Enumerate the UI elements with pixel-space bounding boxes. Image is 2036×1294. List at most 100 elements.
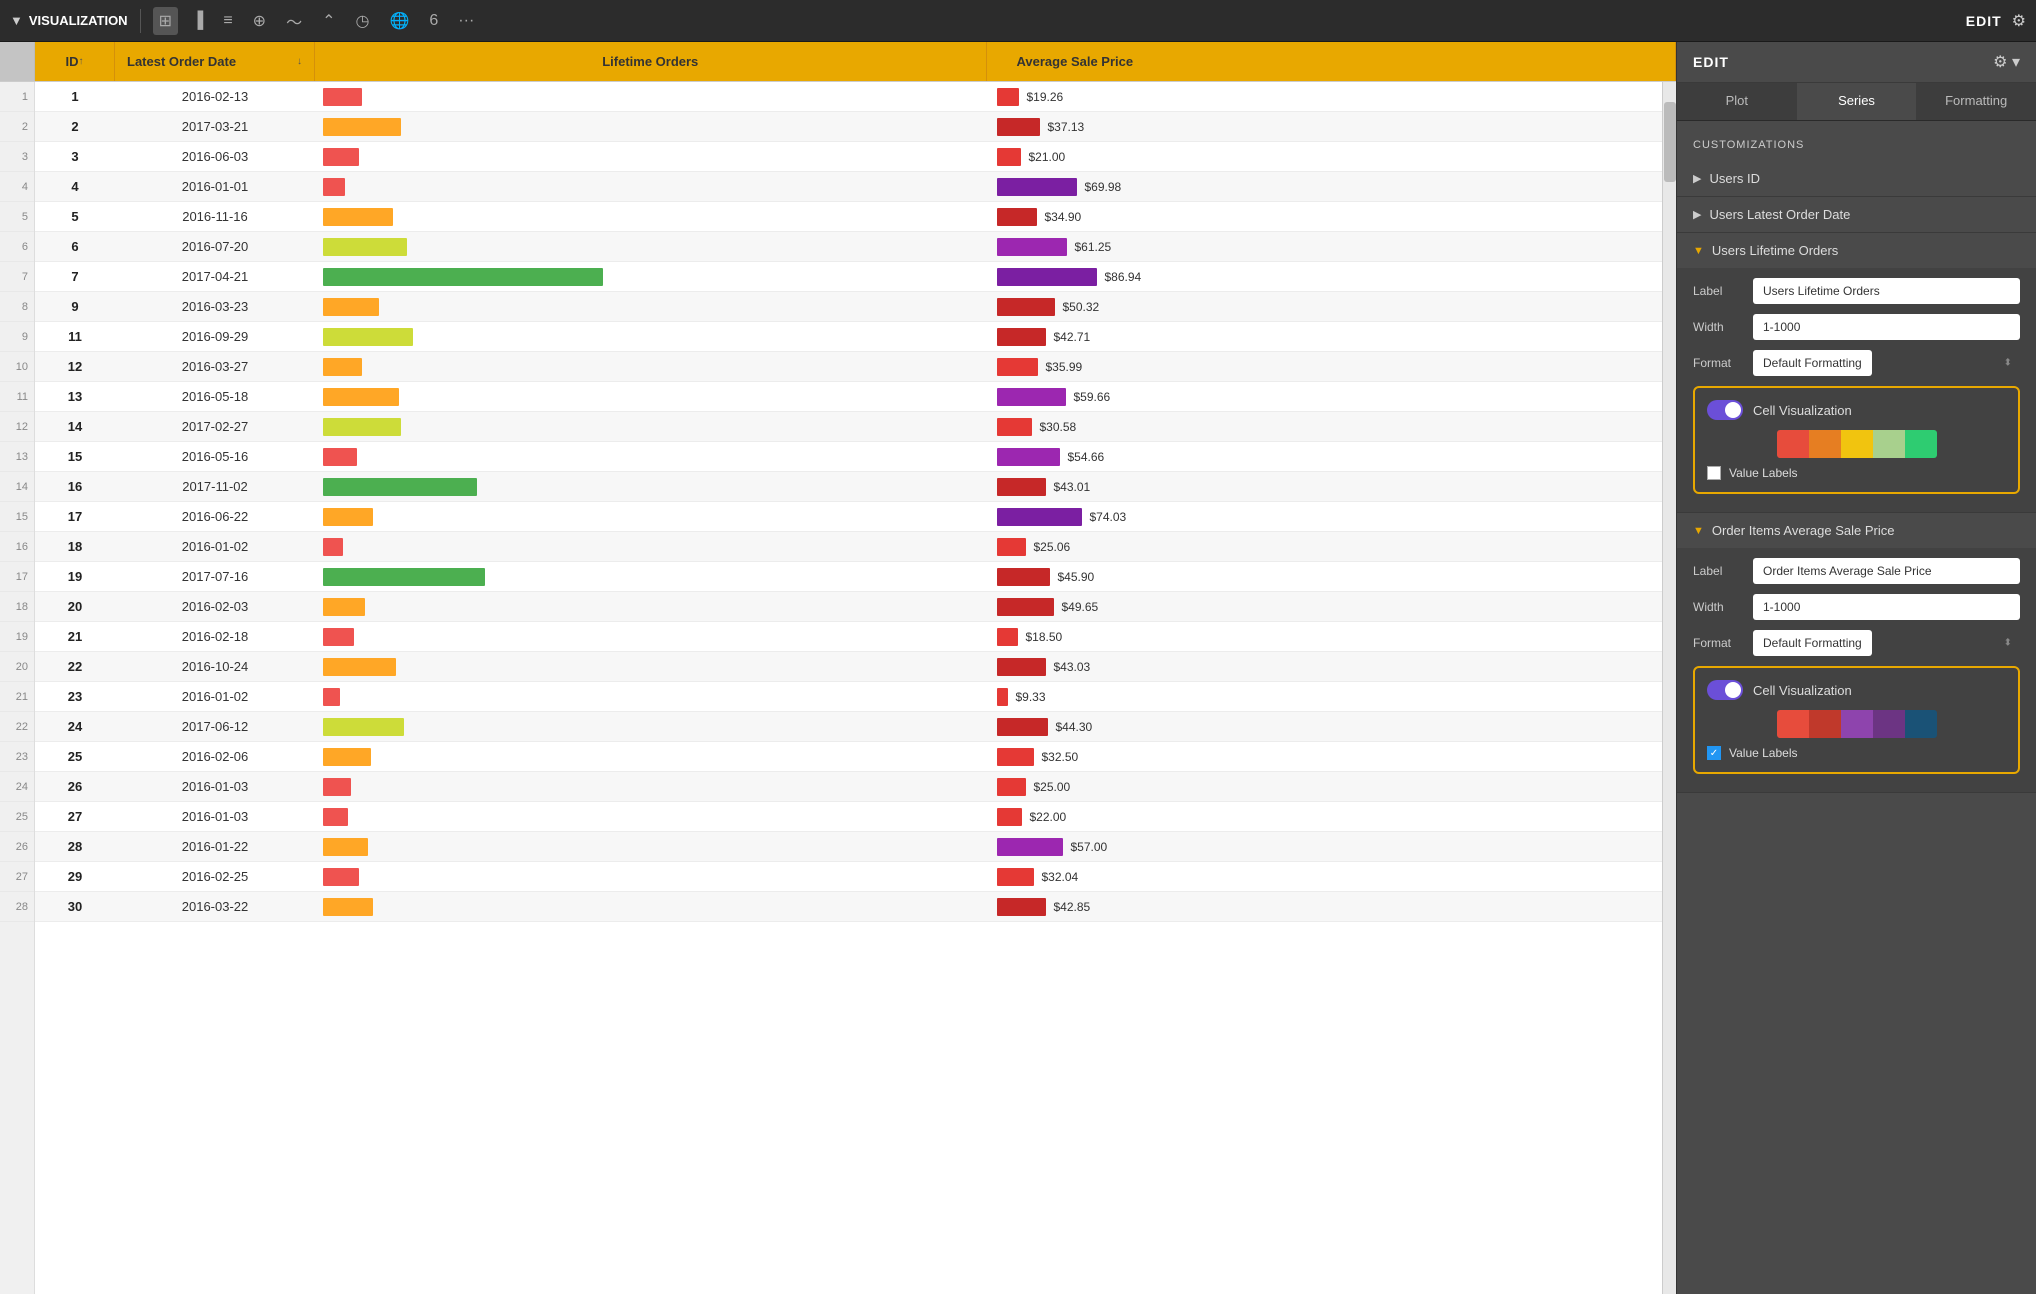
avg-price-header[interactable]: ▼ Order Items Average Sale Price (1677, 513, 2036, 548)
custom-item-users-id: ▶ Users ID (1677, 161, 2036, 197)
table-row[interactable]: 232016-01-02$9.33 (35, 682, 1662, 712)
map-icon[interactable]: 🌐 (383, 7, 415, 35)
panel-gear-icon[interactable]: ⚙ ▾ (1993, 52, 2020, 72)
users-latest-header[interactable]: ▶ Users Latest Order Date (1677, 197, 2036, 232)
table-row[interactable]: 212016-02-18$18.50 (35, 622, 1662, 652)
price-bar (997, 628, 1018, 646)
cell-date: 2016-02-13 (115, 89, 315, 104)
cell-date: 2016-10-24 (115, 659, 315, 674)
table-row[interactable]: 132016-05-18$59.66 (35, 382, 1662, 412)
table-row[interactable]: 122016-03-27$35.99 (35, 352, 1662, 382)
cell-viz-toggle-lifetime[interactable] (1707, 400, 1743, 420)
table-row[interactable]: 172016-06-22$74.03 (35, 502, 1662, 532)
value-labels-row-lifetime: Value Labels (1707, 466, 2006, 480)
scroll-thumb[interactable] (1664, 102, 1676, 182)
table-view-icon[interactable]: ⊞ (153, 7, 178, 35)
table-row[interactable]: 242017-06-12$44.30 (35, 712, 1662, 742)
table-row[interactable]: 52016-11-16$34.90 (35, 202, 1662, 232)
price-width-input[interactable] (1753, 594, 2020, 620)
cell-id: 17 (35, 509, 115, 524)
cell-viz-box-lifetime: Cell Visualization Value Labels (1693, 386, 2020, 494)
area-chart-icon[interactable]: ⌃ (316, 7, 341, 35)
price-value: $19.26 (1027, 90, 1077, 104)
bar-chart-icon[interactable]: ▐ (186, 8, 209, 34)
table-row[interactable]: 92016-03-23$50.32 (35, 292, 1662, 322)
lifetime-format-select[interactable]: Default Formatting (1753, 350, 1872, 376)
table-row[interactable]: 32016-06-03$21.00 (35, 142, 1662, 172)
lifetime-label-input[interactable] (1753, 278, 2020, 304)
row-number: 9 (0, 322, 34, 352)
orders-bar (323, 628, 354, 646)
table-row[interactable]: 182016-01-02$25.06 (35, 532, 1662, 562)
table-row[interactable]: 12016-02-13$19.26 (35, 82, 1662, 112)
table-row[interactable]: 272016-01-03$22.00 (35, 802, 1662, 832)
clock-icon[interactable]: ◷ (350, 7, 376, 35)
color-segment (1777, 430, 1809, 458)
table-row[interactable]: 72017-04-21$86.94 (35, 262, 1662, 292)
cell-orders (315, 538, 989, 556)
table-row[interactable]: 162017-11-02$43.01 (35, 472, 1662, 502)
header-price[interactable]: Average Sale Price (987, 42, 1677, 81)
users-id-header[interactable]: ▶ Users ID (1677, 161, 2036, 196)
lifetime-orders-header[interactable]: ▼ Users Lifetime Orders (1677, 233, 2036, 268)
cell-viz-toggle-price[interactable] (1707, 680, 1743, 700)
cell-date: 2016-07-20 (115, 239, 315, 254)
table-row[interactable]: 262016-01-03$25.00 (35, 772, 1662, 802)
table-row[interactable]: 112016-09-29$42.71 (35, 322, 1662, 352)
cell-orders (315, 718, 989, 736)
price-bar (997, 598, 1054, 616)
dropdown-arrow-icon[interactable]: ▼ (10, 13, 23, 28)
table-row[interactable]: 222016-10-24$43.03 (35, 652, 1662, 682)
cell-price: $32.50 (989, 748, 1663, 766)
cell-price: $18.50 (989, 628, 1663, 646)
price-value: $74.03 (1090, 510, 1140, 524)
orders-bar (323, 538, 343, 556)
orders-bar (323, 238, 407, 256)
cell-orders (315, 328, 989, 346)
table-row[interactable]: 282016-01-22$57.00 (35, 832, 1662, 862)
table-row[interactable]: 292016-02-25$32.04 (35, 862, 1662, 892)
tab-plot[interactable]: Plot (1677, 83, 1797, 120)
table-row[interactable]: 42016-01-01$69.98 (35, 172, 1662, 202)
table-row[interactable]: 62016-07-20$61.25 (35, 232, 1662, 262)
header-id[interactable]: ID ↑ (35, 42, 115, 81)
number-icon[interactable]: 6 (423, 8, 444, 34)
table-row[interactable]: 252016-02-06$32.50 (35, 742, 1662, 772)
price-value: $18.50 (1026, 630, 1076, 644)
color-bar-price[interactable] (1777, 710, 1937, 738)
table-row[interactable]: 22017-03-21$37.13 (35, 112, 1662, 142)
price-label-input[interactable] (1753, 558, 2020, 584)
tab-formatting[interactable]: Formatting (1916, 83, 2036, 120)
custom-item-avg-price: ▼ Order Items Average Sale Price Label W… (1677, 513, 2036, 793)
color-segment (1873, 430, 1905, 458)
cell-id: 19 (35, 569, 115, 584)
header-date[interactable]: Latest Order Date ↓ (115, 42, 315, 81)
orders-bar (323, 658, 396, 676)
value-labels-checkbox-lifetime[interactable] (1707, 466, 1721, 480)
scrollbar[interactable] (1662, 82, 1676, 1294)
column-chart-icon[interactable]: ≡ (217, 8, 238, 34)
table-row[interactable]: 192017-07-16$45.90 (35, 562, 1662, 592)
tab-series[interactable]: Series (1797, 83, 1917, 120)
color-segment (1873, 710, 1905, 738)
more-icon[interactable]: ··· (452, 8, 480, 34)
cell-orders (315, 868, 989, 886)
lifetime-width-input[interactable] (1753, 314, 2020, 340)
color-bar-lifetime[interactable] (1777, 430, 1937, 458)
orders-bar (323, 118, 401, 136)
header-orders[interactable]: Lifetime Orders (315, 42, 987, 81)
row-number: 1 (0, 82, 34, 112)
table-row[interactable]: 202016-02-03$49.65 (35, 592, 1662, 622)
visualization-title: ▼ VISUALIZATION (10, 13, 128, 28)
price-format-select-wrapper: Default Formatting ⬍ (1753, 630, 2020, 656)
price-value: $61.25 (1075, 240, 1125, 254)
scatter-icon[interactable]: ⊕ (247, 7, 272, 35)
cell-date: 2017-11-02 (115, 479, 315, 494)
table-row[interactable]: 302016-03-22$42.85 (35, 892, 1662, 922)
value-labels-checkbox-price[interactable]: ✓ (1707, 746, 1721, 760)
line-chart-icon[interactable]: 〜 (280, 5, 308, 37)
settings-icon[interactable]: ⚙ (2012, 11, 2026, 31)
table-row[interactable]: 142017-02-27$30.58 (35, 412, 1662, 442)
table-row[interactable]: 152016-05-16$54.66 (35, 442, 1662, 472)
price-format-select[interactable]: Default Formatting (1753, 630, 1872, 656)
